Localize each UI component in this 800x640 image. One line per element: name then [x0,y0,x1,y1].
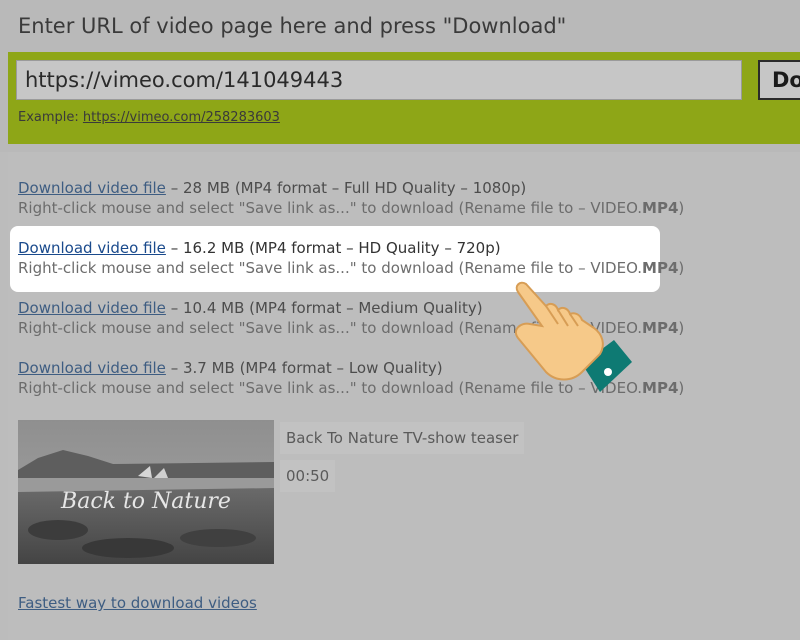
url-input[interactable] [16,60,742,100]
download-item-1080p: Download video file – 28 MB (MP4 format … [18,179,685,217]
video-thumbnail[interactable]: Back to Nature [18,420,274,564]
file-ext: MP4 [642,319,679,337]
file-ext: MP4 [642,259,679,277]
thumbnail-title-text: Back to Nature [60,489,231,514]
download-link[interactable]: Download video file [18,299,166,317]
download-info: – 3.7 MB (MP4 format – Low Quality) [165,359,443,377]
file-ext: MP4 [642,379,679,397]
video-duration: 00:50 [280,460,336,492]
pointing-hand-icon [514,281,632,392]
download-link[interactable]: Download video file [18,179,166,197]
download-hint: Right-click mouse and select "Save link … [18,199,643,217]
example-link[interactable]: https://vimeo.com/258283603 [83,110,280,125]
page-instruction: Enter URL of video page here and press "… [18,14,567,38]
download-link[interactable]: Download video file [18,239,166,257]
file-ext: MP4 [642,199,679,217]
example-label: Example: [18,110,79,125]
download-info: – 10.4 MB (MP4 format – Medium Quality) [165,299,483,317]
download-link[interactable]: Download video file [18,359,166,377]
download-info: – 16.2 MB (MP4 format – HD Quality – 720… [165,239,501,257]
download-info: – 28 MB (MP4 format – Full HD Quality – … [165,179,527,197]
download-button[interactable]: Download [758,60,800,100]
url-form: Download Example: https://vimeo.com/2582… [8,52,800,144]
fastest-way-link[interactable]: Fastest way to download videos [18,594,257,612]
video-title: Back To Nature TV-show teaser [280,422,525,454]
example-text: Example: https://vimeo.com/258283603 [18,110,280,125]
thumbnail-image: Back to Nature [18,420,274,564]
